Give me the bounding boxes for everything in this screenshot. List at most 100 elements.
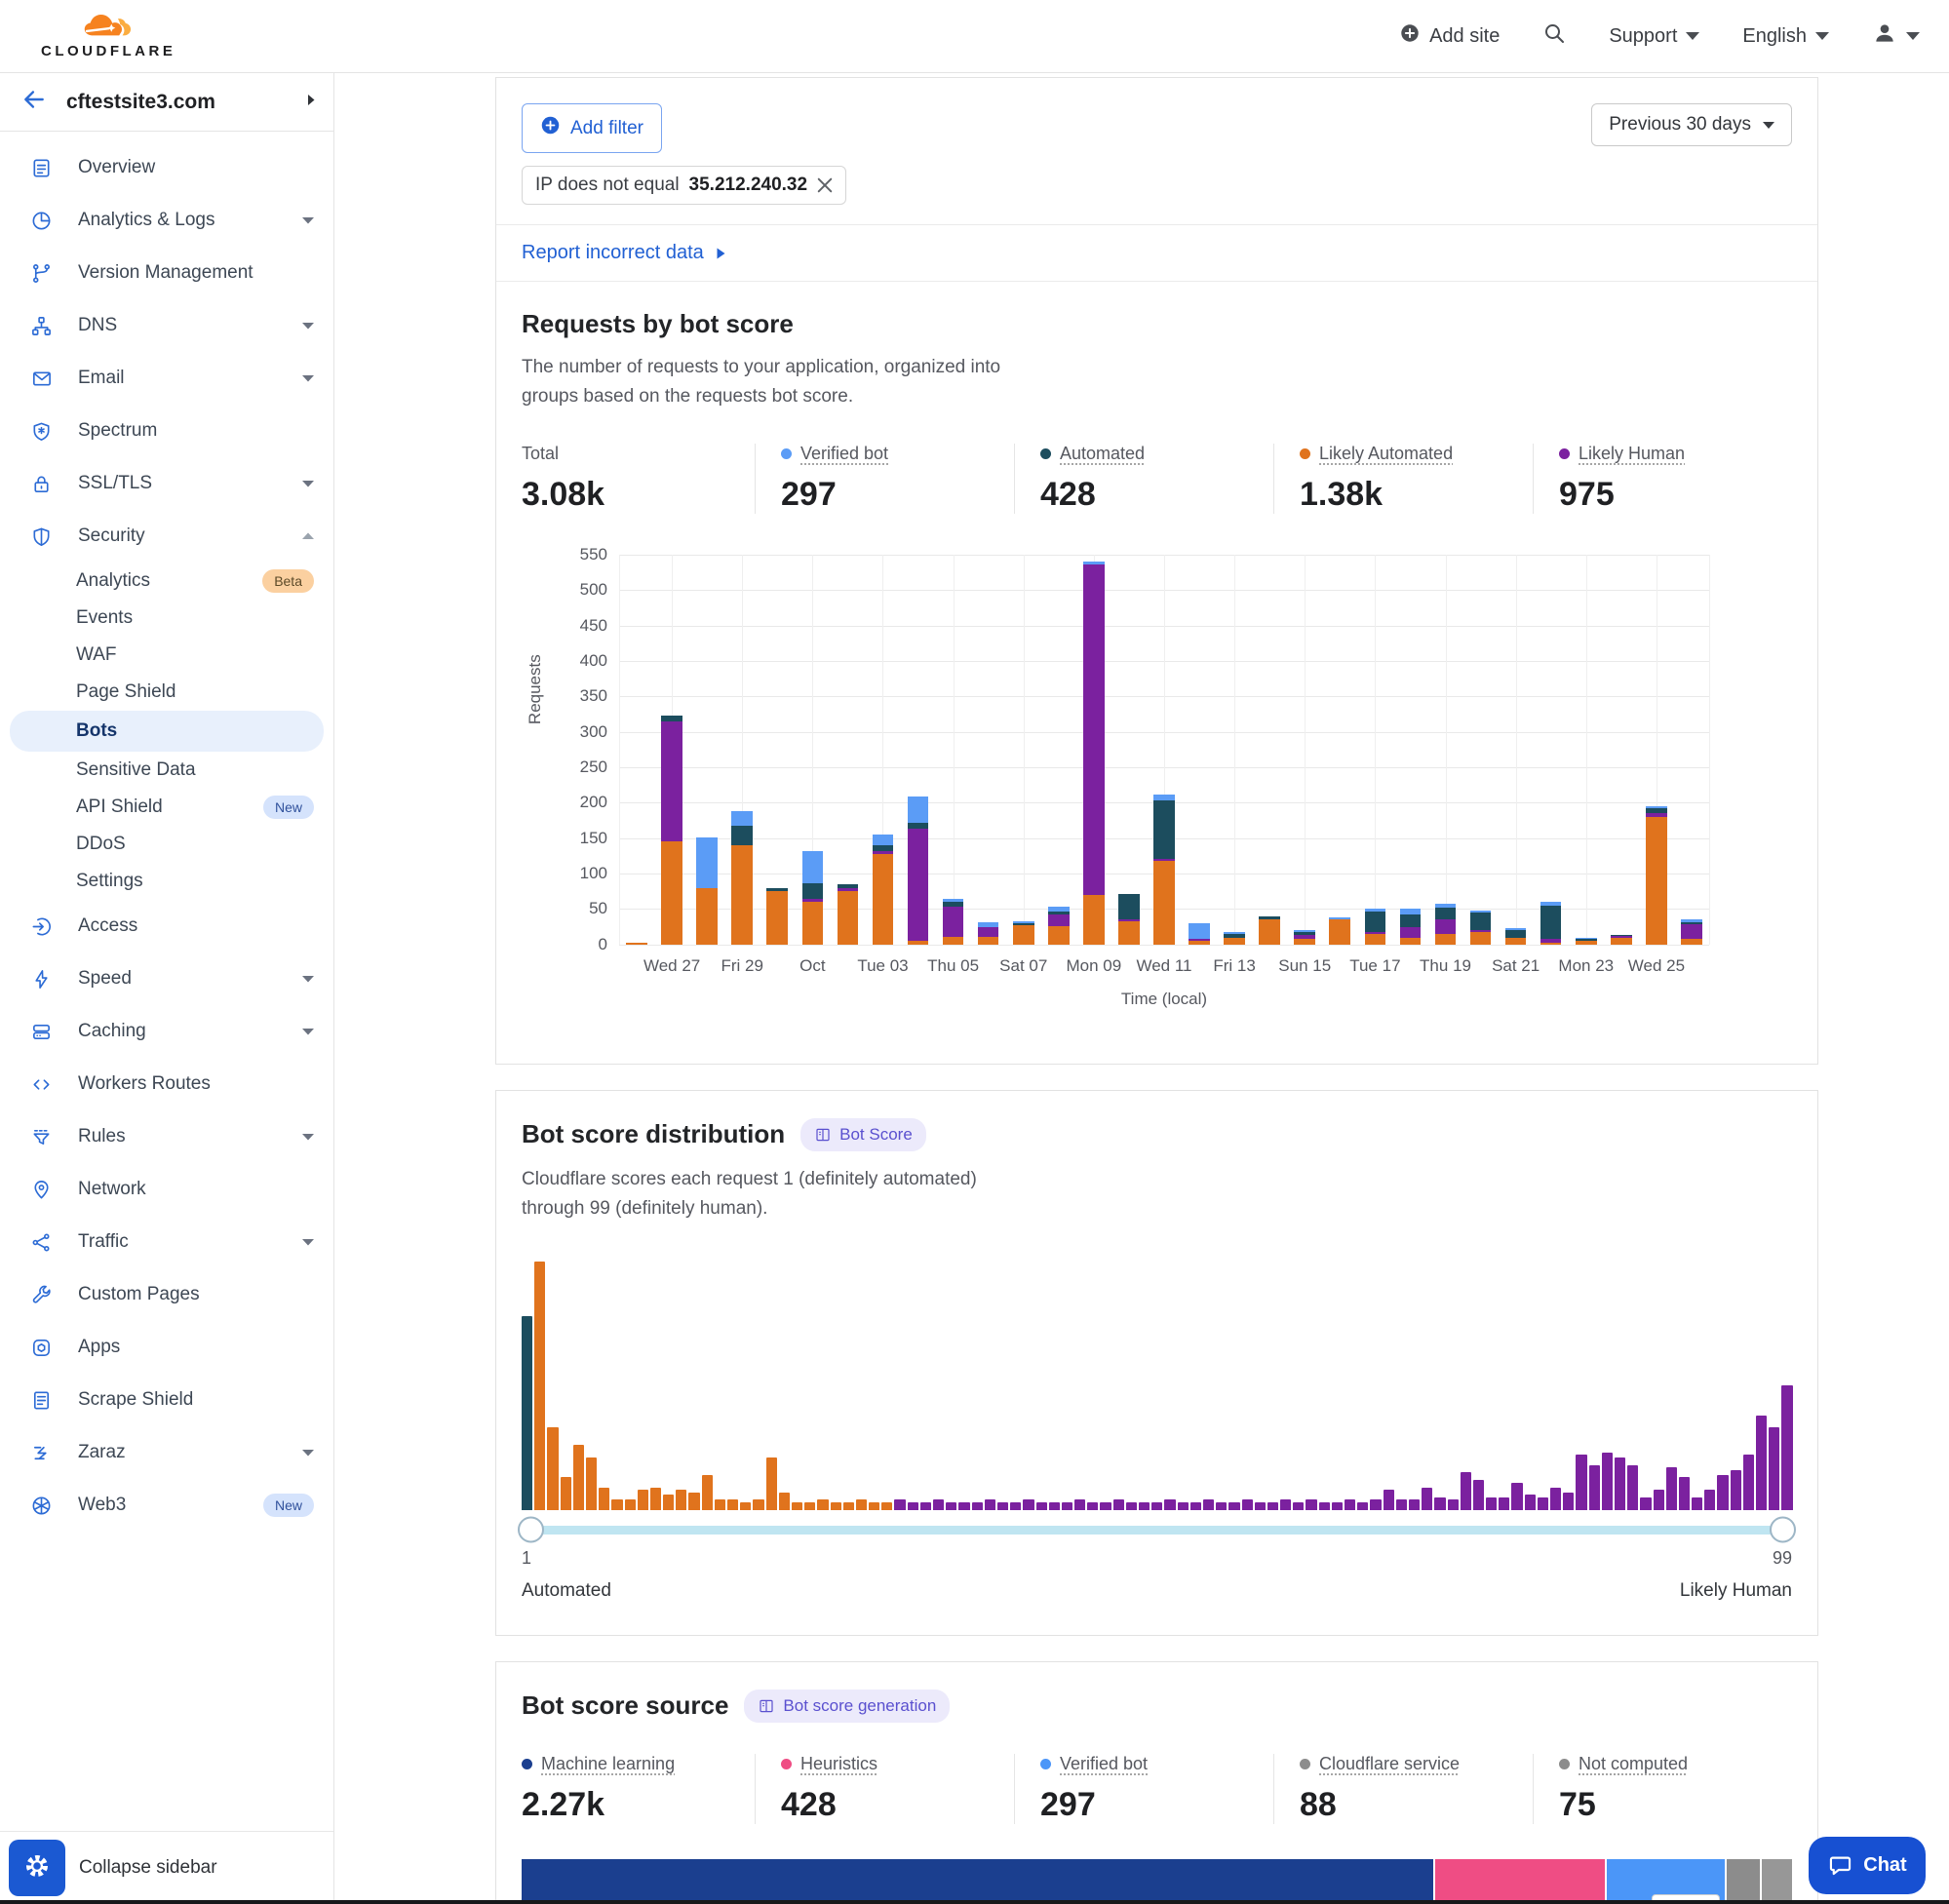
sidebar-item-caching[interactable]: Caching: [0, 1005, 333, 1058]
stacked-bar[interactable]: [731, 811, 753, 945]
sidebar-item-scrape-shield[interactable]: Scrape Shield: [0, 1374, 333, 1426]
stacked-bar[interactable]: [908, 797, 929, 945]
sidebar-item-apps[interactable]: Apps: [0, 1321, 333, 1374]
stacked-bar[interactable]: [838, 884, 859, 945]
stacked-bar[interactable]: [1646, 806, 1667, 945]
cloudflare-logo[interactable]: CLOUDFLARE: [41, 13, 175, 59]
stacked-bar[interactable]: [766, 888, 788, 944]
stacked-bar[interactable]: [1259, 916, 1280, 945]
bar-slot: [865, 555, 900, 945]
stacked-bar[interactable]: [1576, 938, 1597, 945]
stacked-bar[interactable]: [1505, 928, 1527, 945]
bot-score-generation-docs-badge[interactable]: Bot score generation: [744, 1690, 950, 1723]
language-menu[interactable]: English: [1742, 25, 1829, 48]
stacked-bar[interactable]: [1329, 917, 1350, 945]
stacked-bar[interactable]: [1083, 562, 1105, 945]
stacked-bar[interactable]: [943, 899, 964, 945]
settings-gear-button[interactable]: [9, 1840, 65, 1896]
stacked-bar[interactable]: [1540, 902, 1562, 945]
stacked-bar[interactable]: [1189, 923, 1210, 945]
stacked-bar[interactable]: [1048, 907, 1070, 945]
stat-label: Cloudflare service: [1319, 1754, 1460, 1774]
sidebar-item-version-management[interactable]: Version Management: [0, 247, 333, 299]
stacked-bar[interactable]: [1611, 935, 1632, 944]
stacked-bar[interactable]: [1681, 919, 1702, 944]
account-menu[interactable]: [1872, 20, 1920, 52]
stacked-bar[interactable]: [978, 922, 999, 945]
source-segment-not-computed: [1762, 1859, 1792, 1904]
sidebar-item-sensitive-data[interactable]: Sensitive Data: [0, 752, 333, 789]
sidebar-item-ssl-tls[interactable]: SSL/TLS: [0, 457, 333, 510]
histogram-bar-score-55: [1216, 1502, 1227, 1510]
sidebar-item-dns[interactable]: DNS: [0, 299, 333, 352]
sidebar-item-access[interactable]: Access: [0, 900, 333, 952]
collapse-sidebar-row[interactable]: Collapse sidebar: [0, 1831, 333, 1904]
add-filter-button[interactable]: Add filter: [522, 103, 662, 153]
x-tick-label: Tue 03: [857, 956, 908, 976]
stacked-bar[interactable]: [1224, 932, 1245, 945]
sidebar-item-overview[interactable]: Overview: [0, 141, 333, 194]
sidebar-item-waf[interactable]: WAF: [0, 637, 333, 674]
stacked-bar[interactable]: [1365, 909, 1386, 944]
sidebar-item-label: Analytics & Logs: [78, 210, 277, 231]
sidebar-item-analytics-logs[interactable]: Analytics & Logs: [0, 194, 333, 247]
slider-max-value: 99: [1773, 1548, 1792, 1569]
chevron-down-icon: [302, 1128, 314, 1146]
requests-stat-likely-human: Likely Human975: [1533, 444, 1792, 514]
sidebar-item-api-shield[interactable]: API ShieldNew: [0, 789, 333, 826]
filter-chip-ip: IP does not equal 35.212.240.32: [522, 166, 846, 205]
stacked-bar[interactable]: [1400, 909, 1422, 944]
sidebar-item-label: Version Management: [78, 262, 314, 284]
stacked-bar[interactable]: [1118, 894, 1140, 945]
sidebar-item-workers-routes[interactable]: Workers Routes: [0, 1058, 333, 1110]
stacked-bar[interactable]: [1294, 930, 1315, 945]
stat-value: 1.38k: [1300, 476, 1523, 514]
bot-score-docs-badge[interactable]: Bot Score: [800, 1118, 926, 1151]
histogram-bar-score-14: [688, 1493, 699, 1510]
add-site-button[interactable]: Add site: [1399, 22, 1500, 50]
stacked-bar[interactable]: [1153, 795, 1175, 944]
stacked-bar[interactable]: [1013, 921, 1034, 945]
sidebar-item-settings[interactable]: Settings: [0, 863, 333, 900]
stacked-bar[interactable]: [661, 716, 682, 945]
sidebar-item-network[interactable]: Network: [0, 1163, 333, 1216]
sidebar-item-custom-pages[interactable]: Custom Pages: [0, 1268, 333, 1321]
time-range-dropdown[interactable]: Previous 30 days: [1591, 103, 1792, 146]
stacked-bar[interactable]: [1435, 904, 1457, 945]
report-incorrect-data-link[interactable]: Report incorrect data: [522, 242, 704, 264]
new-badge: New: [263, 796, 314, 819]
expand-triangle-icon[interactable]: [716, 247, 726, 260]
slider-handle-min[interactable]: [518, 1517, 544, 1543]
sidebar-item-web3[interactable]: Web3New: [0, 1479, 333, 1532]
remove-filter-icon[interactable]: [817, 177, 833, 193]
sidebar-item-events[interactable]: Events: [0, 600, 333, 637]
chat-button[interactable]: Chat: [1809, 1837, 1926, 1894]
bar-segment-likely-automated: [1013, 925, 1034, 945]
site-switcher-caret-icon[interactable]: [307, 94, 316, 111]
stacked-bar[interactable]: [802, 851, 824, 945]
sidebar-item-speed[interactable]: Speed: [0, 952, 333, 1005]
search-button[interactable]: [1542, 21, 1566, 51]
sidebar-item-zaraz[interactable]: Zaraz: [0, 1426, 333, 1479]
sidebar-item-page-shield[interactable]: Page Shield: [0, 674, 333, 711]
sidebar-item-email[interactable]: Email: [0, 352, 333, 405]
bar-segment-automated: [1365, 912, 1386, 933]
sidebar-item-spectrum[interactable]: Spectrum: [0, 405, 333, 457]
sidebar-item-traffic[interactable]: Traffic: [0, 1216, 333, 1268]
sidebar-item-label: Bots: [76, 720, 304, 742]
sidebar-item-ddos[interactable]: DDoS: [0, 826, 333, 863]
sidebar-item-security-analytics[interactable]: AnalyticsBeta: [0, 563, 333, 600]
stacked-bar[interactable]: [696, 837, 718, 945]
stacked-bar[interactable]: [626, 943, 647, 945]
sidebar-item-security[interactable]: Security: [0, 510, 333, 563]
histogram-bar-score-38: [997, 1502, 1008, 1510]
stacked-bar[interactable]: [873, 835, 894, 945]
stacked-bar[interactable]: [1470, 911, 1492, 945]
histogram-bar-score-45: [1087, 1502, 1098, 1510]
sidebar-item-rules[interactable]: Rules: [0, 1110, 333, 1163]
support-menu[interactable]: Support: [1609, 25, 1699, 48]
slider-handle-max[interactable]: [1770, 1517, 1796, 1543]
sidebar-item-bots[interactable]: Bots: [10, 711, 324, 752]
histogram-bar-score-18: [740, 1502, 751, 1510]
back-arrow-icon[interactable]: [21, 87, 47, 117]
